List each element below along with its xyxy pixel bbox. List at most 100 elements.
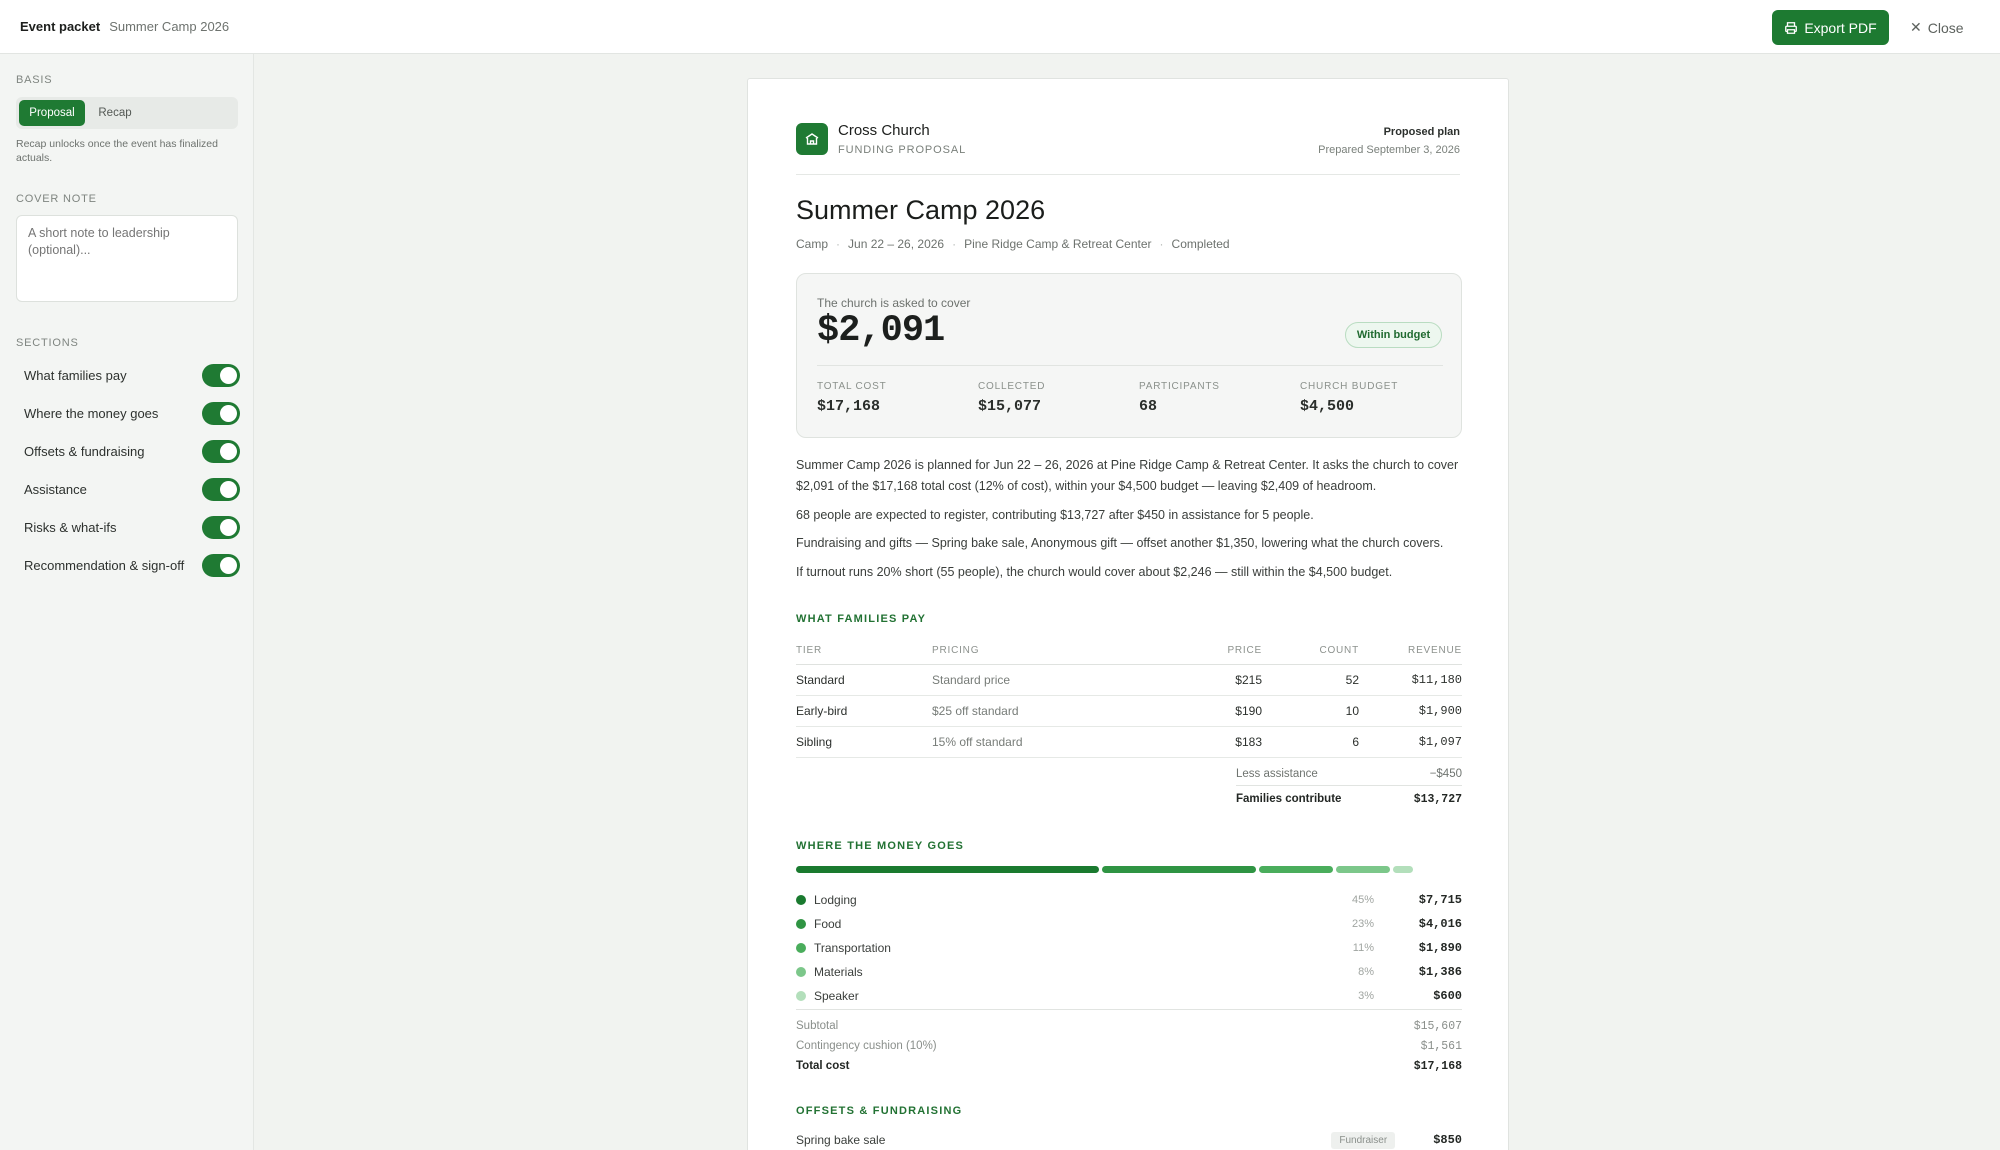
sections-label: SECTIONS <box>16 337 79 349</box>
toggle-switch[interactable] <box>202 401 240 425</box>
cost-amount: $1,890 <box>1418 941 1462 955</box>
stat-value: $17,168 <box>817 398 881 415</box>
document-header: Cross Church FUNDING PROPOSAL Proposed p… <box>796 122 1460 175</box>
cost-bar-segment <box>796 866 1099 873</box>
section-toggle-risks[interactable]: Risks & what-ifs <box>24 508 240 546</box>
cost-bar-segment <box>1392 866 1413 873</box>
offset-row: Spring bake sale Fundraiser $850 <box>796 1128 1462 1150</box>
tier-count: 10 <box>1262 695 1359 727</box>
tier-revenue: $11,180 <box>1359 664 1462 696</box>
doc-type: FUNDING PROPOSAL <box>838 144 967 156</box>
stat-church-budget: CHURCH BUDGET $4,500 <box>1300 381 1398 415</box>
less-assistance-row: Less assistance −$450 <box>1236 768 1462 786</box>
tier-price: $183 <box>1182 726 1262 758</box>
section-toggle-assistance[interactable]: Assistance <box>24 470 240 508</box>
section-toggle-recommendation[interactable]: Recommendation & sign-off <box>24 546 240 584</box>
subtotal-row: Subtotal $15,607 <box>796 1020 1462 1033</box>
divider <box>796 1009 1462 1010</box>
tier-revenue: $1,900 <box>1359 695 1462 727</box>
contrib-label: Families contribute <box>1236 793 1342 805</box>
stat-label: COLLECTED <box>978 381 1046 392</box>
event-name: Summer Camp 2026 <box>109 19 230 34</box>
ask-amount: $2,091 <box>817 310 945 352</box>
prepared-date: Prepared September 3, 2026 <box>1318 144 1460 156</box>
toggle-switch[interactable] <box>202 553 240 577</box>
event-title: Summer Camp 2026 <box>796 195 1046 225</box>
cost-percent: 8% <box>1358 966 1374 978</box>
cost-name: Food <box>814 917 842 931</box>
event-status: Completed <box>1171 237 1230 251</box>
col-pricing: PRICING <box>932 638 1182 665</box>
tier-name: Standard <box>796 664 932 696</box>
section-label: Risks & what-ifs <box>24 519 117 535</box>
risk-paragraph: If turnout runs 20% short (55 people), t… <box>796 565 1393 579</box>
toggle-switch[interactable] <box>202 477 240 501</box>
close-label: Close <box>1927 19 1964 36</box>
close-button[interactable]: ✕ Close <box>1910 10 1964 45</box>
toggle-switch[interactable] <box>202 515 240 539</box>
money-heading: WHERE THE MONEY GOES <box>796 840 965 852</box>
cost-bar-segment <box>1101 866 1257 873</box>
church-name: Cross Church <box>838 122 930 139</box>
cost-name: Materials <box>814 965 863 979</box>
subtotal-label: Subtotal <box>796 1020 839 1032</box>
tier-count: 52 <box>1262 664 1359 696</box>
event-type: Camp <box>796 237 829 251</box>
document-preview: Cross Church FUNDING PROPOSAL Proposed p… <box>747 78 1509 1150</box>
event-meta: Camp · Jun 22 – 26, 2026 · Pine Ridge Camp… <box>796 237 1230 251</box>
toggle-switch[interactable] <box>202 439 240 463</box>
tier-pricing: Standard price <box>932 664 1182 696</box>
offset-name: Spring bake sale <box>796 1133 886 1147</box>
cost-row: Transportation 11% $1,890 <box>796 936 1462 960</box>
stat-value: $4,500 <box>1300 398 1355 415</box>
tier-revenue: $1,097 <box>1359 726 1462 758</box>
stat-collected: COLLECTED $15,077 <box>978 381 1045 415</box>
tier-pricing: $25 off standard <box>932 695 1182 727</box>
contrib-value: $13,727 <box>1413 793 1462 806</box>
basis-recap[interactable]: Recap <box>85 100 145 126</box>
export-pdf-button[interactable]: Export PDF <box>1772 10 1889 45</box>
cost-amount: $7,715 <box>1418 893 1462 907</box>
cost-percent: 23% <box>1351 918 1374 930</box>
total-cost-row: Total cost $17,168 <box>796 1060 1462 1073</box>
col-revenue: REVENUE <box>1359 638 1462 665</box>
cost-percent: 11% <box>1352 942 1374 954</box>
cost-breakdown-bar <box>796 866 1413 873</box>
cost-row: Lodging 45% $7,715 <box>796 888 1462 912</box>
ask-label: The church is asked to cover <box>817 296 971 310</box>
color-swatch <box>796 943 806 953</box>
basis-label: BASIS <box>16 74 53 86</box>
plan-label: Proposed plan <box>1383 126 1460 138</box>
offset-amount: $850 <box>1433 1133 1462 1147</box>
toggle-switch[interactable] <box>202 363 240 387</box>
basis-toggle: Proposal Recap <box>16 97 238 129</box>
cover-note-input[interactable] <box>16 215 238 302</box>
section-toggle-families[interactable]: What families pay <box>24 356 240 394</box>
close-icon: ✕ <box>1910 19 1922 35</box>
stat-value: 68 <box>1139 398 1158 415</box>
subtotal-value: $15,607 <box>1413 1020 1462 1033</box>
tier-name: Early-bird <box>796 695 932 727</box>
cost-row: Materials 8% $1,386 <box>796 960 1462 984</box>
color-swatch <box>796 919 806 929</box>
printer-icon <box>1785 21 1798 34</box>
section-toggle-money[interactable]: Where the money goes <box>24 394 240 432</box>
section-label: Assistance <box>24 481 87 497</box>
families-heading: WHAT FAMILIES PAY <box>796 613 927 625</box>
section-toggle-offsets[interactable]: Offsets & fundraising <box>24 432 240 470</box>
cost-bar-segment <box>1259 866 1334 873</box>
section-label: Offsets & fundraising <box>24 443 145 459</box>
section-label: Recommendation & sign-off <box>24 557 185 573</box>
top-bar: Event packet Summer Camp 2026 Export PDF… <box>0 0 2000 54</box>
divider <box>817 365 1443 366</box>
total-value: $17,168 <box>1413 1060 1462 1073</box>
families-contribute-row: Families contribute $13,727 <box>1236 793 1462 806</box>
cost-row: Speaker 3% $600 <box>796 984 1462 1008</box>
cost-name: Speaker <box>814 989 859 1003</box>
cost-row: Food 23% $4,016 <box>796 912 1462 936</box>
basis-proposal[interactable]: Proposal <box>19 100 85 126</box>
event-location: Pine Ridge Camp & Retreat Center <box>964 237 1152 251</box>
tier-price: $190 <box>1182 695 1262 727</box>
table-row: Early-bird $25 off standard $190 10 $1,900 <box>796 695 1462 727</box>
color-swatch <box>796 991 806 1001</box>
